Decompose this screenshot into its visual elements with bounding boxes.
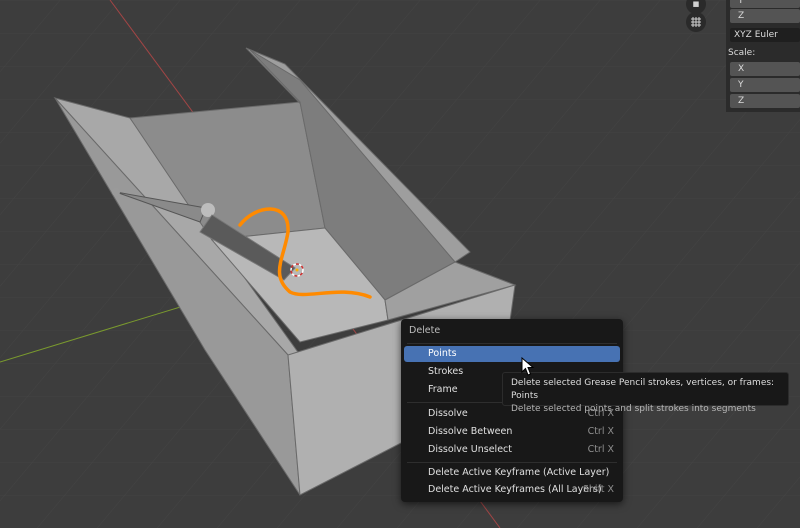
menu-item-label: Dissolve Unselect: [428, 444, 512, 455]
menu-item-label: Points: [428, 348, 457, 359]
menu-item-dissolve-unselect[interactable]: Dissolve Unselect Ctrl X: [404, 442, 620, 458]
menu-item-points[interactable]: Points: [404, 346, 620, 362]
menu-item-delete-active-keyframes-all[interactable]: Delete Active Keyframes (All Layers) Shi…: [404, 482, 620, 498]
menu-item-label: Dissolve: [428, 408, 468, 419]
transform-panel: Y Z XYZ Euler Scale: X Y Z: [726, 0, 800, 112]
tooltip-line-2: Delete selected points and split strokes…: [511, 404, 756, 414]
menu-item-label: Delete Active Keyframes (All Layers): [428, 484, 602, 495]
menu-title: Delete: [409, 325, 441, 336]
tooltip: Delete selected Grease Pencil strokes, v…: [502, 372, 789, 414]
menu-separator: [407, 462, 617, 463]
menu-item-shortcut: Ctrl X: [587, 426, 614, 437]
3d-viewport[interactable]: [0, 0, 800, 528]
menu-item-label: Strokes: [428, 366, 464, 377]
scale-x-field[interactable]: X: [730, 62, 800, 76]
menu-item-shortcut: Ctrl X: [587, 444, 614, 455]
menu-item-label: Frame: [428, 384, 458, 395]
menu-item-label: Delete Active Keyframe (Active Layer): [428, 467, 610, 478]
rotation-mode-dropdown[interactable]: XYZ Euler: [730, 28, 800, 42]
scale-y-field[interactable]: Y: [730, 78, 800, 92]
tooltip-line-1: Delete selected Grease Pencil strokes, v…: [511, 378, 775, 401]
mouse-pointer-icon: [521, 357, 535, 376]
scale-label: Scale:: [728, 48, 756, 58]
menu-separator: [407, 343, 617, 344]
rotation-z-field[interactable]: Z: [730, 9, 800, 23]
scale-z-field[interactable]: Z: [730, 94, 800, 108]
rotation-y-field[interactable]: Y: [730, 0, 800, 8]
menu-item-dissolve-between[interactable]: Dissolve Between Ctrl X: [404, 424, 620, 440]
menu-item-label: Dissolve Between: [428, 426, 513, 437]
menu-item-delete-active-keyframe[interactable]: Delete Active Keyframe (Active Layer): [404, 465, 620, 481]
grid-icon[interactable]: [686, 12, 706, 32]
menu-item-shortcut: Shift X: [582, 484, 614, 495]
